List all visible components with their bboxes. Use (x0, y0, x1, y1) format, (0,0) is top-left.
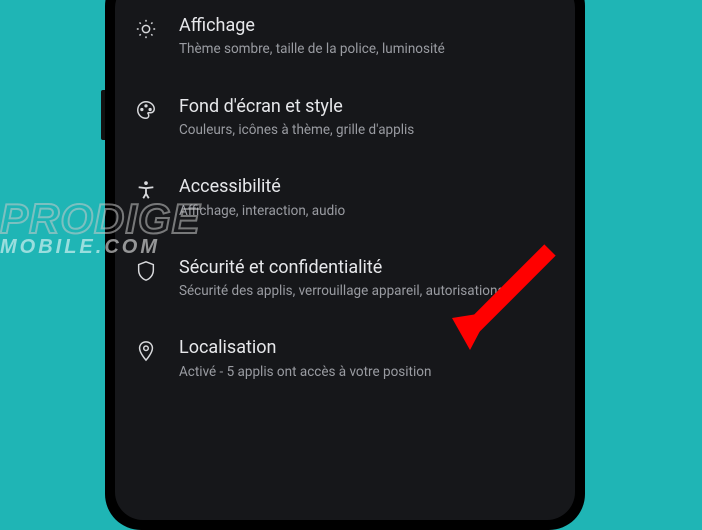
settings-item-text: Fond d'écran et style Couleurs, icônes à… (179, 95, 553, 140)
settings-item-title: Sécurité et confidentialité (179, 256, 553, 279)
settings-item-location[interactable]: Localisation Activé - 5 applis ont accès… (115, 318, 575, 399)
settings-item-title: Localisation (179, 336, 553, 359)
settings-item-text: Localisation Activé - 5 applis ont accès… (179, 336, 553, 381)
watermark-line1: PRODIGE (0, 200, 201, 238)
settings-item-title: Affichage (179, 14, 553, 37)
location-icon (133, 338, 159, 364)
settings-item-subtitle: Couleurs, icônes à thème, grille d'appli… (179, 121, 553, 139)
settings-item-text: Accessibilité Affichage, interaction, au… (179, 175, 553, 220)
settings-item-subtitle: Activé - 5 applis ont accès à votre posi… (179, 363, 553, 381)
settings-item-text: Sécurité et confidentialité Sécurité des… (179, 256, 553, 301)
palette-icon (133, 97, 159, 123)
settings-item-subtitle: Sécurité des applis, verrouillage appare… (179, 282, 553, 300)
phone-frame: Volume, retour haptique, Ne pas déranger… (105, 0, 585, 530)
brightness-icon (133, 16, 159, 42)
settings-item-text: Affichage Thème sombre, taille de la pol… (179, 14, 553, 59)
settings-item-display[interactable]: Affichage Thème sombre, taille de la pol… (115, 0, 575, 77)
phone-side-button (101, 90, 105, 140)
settings-item-title: Fond d'écran et style (179, 95, 553, 118)
settings-item-subtitle: Affichage, interaction, audio (179, 202, 553, 220)
settings-item-subtitle: Thème sombre, taille de la police, lumin… (179, 40, 553, 58)
settings-screen: Volume, retour haptique, Ne pas déranger… (115, 0, 575, 520)
settings-item-title: Accessibilité (179, 175, 553, 198)
shield-icon (133, 258, 159, 284)
watermark: PRODIGE MOBILE.COM (0, 200, 201, 259)
settings-item-wallpaper[interactable]: Fond d'écran et style Couleurs, icônes à… (115, 77, 575, 158)
